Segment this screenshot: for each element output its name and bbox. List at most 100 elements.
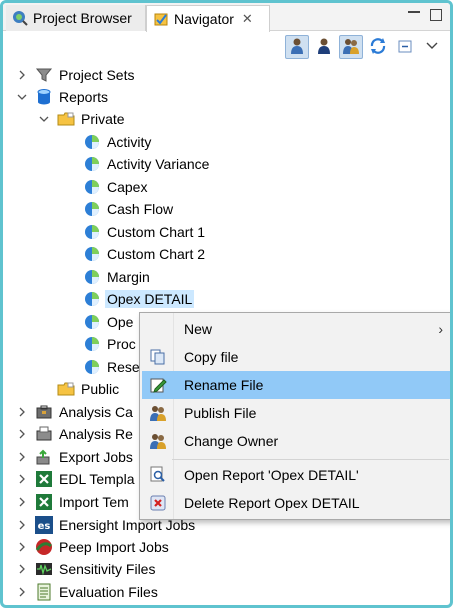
tree-item-report[interactable]: Custom Chart 1	[83, 221, 205, 243]
chevron-down-icon[interactable]	[37, 112, 51, 126]
report-icon	[83, 223, 101, 241]
navigator-icon	[153, 11, 169, 27]
tree-item-edl-templates[interactable]: EDL Templa	[15, 468, 134, 490]
tree-item-import-templates[interactable]: Import Tem	[15, 491, 129, 513]
tree-item-report[interactable]: Margin	[83, 266, 150, 288]
menu-item-delete-report[interactable]: Delete Report Opex DETAIL	[142, 489, 450, 517]
menu-label: Delete Report Opex DETAIL	[184, 495, 360, 511]
tab-project-browser[interactable]: Project Browser	[6, 5, 146, 31]
chevron-right-icon[interactable]	[15, 562, 29, 576]
tree-item-report[interactable]: Proc	[83, 333, 136, 355]
report-icon	[83, 178, 101, 196]
excel-icon	[35, 470, 53, 488]
minimize-icon[interactable]	[408, 11, 420, 23]
tree-label: Custom Chart 2	[107, 246, 206, 262]
tree-item-report[interactable]: Capex	[83, 176, 147, 198]
chevron-right-icon[interactable]	[15, 518, 29, 532]
tree-label: Reports	[59, 89, 109, 105]
tree-item-sensitivity-files[interactable]: Sensitivity Files	[15, 558, 155, 580]
chevron-right-icon[interactable]	[15, 405, 29, 419]
tree-item-project-sets[interactable]: Project Sets	[15, 64, 134, 86]
maximize-icon[interactable]	[430, 9, 442, 21]
tree-label: Margin	[107, 269, 150, 285]
report-icon	[83, 155, 101, 173]
tree-label: Proc	[107, 336, 136, 352]
document-list-icon	[35, 583, 53, 601]
chevron-down-icon[interactable]	[15, 90, 29, 104]
filter-user-button[interactable]	[285, 35, 309, 59]
tree-item-report[interactable]: Ope	[83, 311, 133, 333]
funnel-icon	[35, 66, 53, 84]
copy-file-icon	[147, 346, 169, 368]
tree-item-reports[interactable]: Reports	[15, 86, 108, 108]
folder-icon	[57, 380, 75, 398]
chevron-right-icon[interactable]	[15, 68, 29, 82]
briefcase-icon	[35, 403, 53, 421]
delete-icon	[147, 492, 169, 514]
chevron-right-icon: ›	[438, 321, 443, 337]
folder-icon	[57, 110, 75, 128]
user-icon	[315, 37, 333, 58]
chevron-right-icon[interactable]	[15, 495, 29, 509]
report-icon	[83, 358, 101, 376]
globe-search-icon	[12, 10, 28, 26]
users-icon	[147, 430, 169, 452]
tree-item-report[interactable]: Cash Flow	[83, 198, 173, 220]
svg-text:es: es	[38, 521, 51, 532]
tab-label: Navigator	[174, 11, 234, 27]
tree-item-report[interactable]: Custom Chart 2	[83, 243, 205, 265]
tree-item-evaluation-files[interactable]: Evaluation Files	[15, 581, 158, 603]
view-toolbar	[285, 33, 444, 61]
tree-item-export-jobs[interactable]: Export Jobs	[15, 446, 133, 468]
chevron-right-icon[interactable]	[15, 540, 29, 554]
tree-item-report[interactable]: Rese	[83, 356, 140, 378]
tree-item-report-selected[interactable]: Opex DETAIL	[83, 288, 195, 310]
tree-label: Analysis Ca	[59, 404, 133, 420]
tree-label: Public	[81, 381, 120, 397]
chevron-right-icon[interactable]	[15, 427, 29, 441]
menu-item-open-report[interactable]: Open Report 'Opex DETAIL'	[142, 461, 450, 489]
close-icon[interactable]: ✕	[242, 11, 253, 27]
tree-label: Activity Variance	[107, 156, 210, 172]
database-icon	[35, 88, 53, 106]
menu-label: Open Report 'Opex DETAIL'	[184, 467, 359, 483]
briefcase-results-icon	[35, 425, 53, 443]
filter-group-button[interactable]	[339, 35, 363, 59]
chevron-right-icon[interactable]	[15, 450, 29, 464]
menu-item-new[interactable]: New ›	[142, 315, 450, 343]
tree-label: Custom Chart 1	[107, 224, 206, 240]
excel-icon	[35, 493, 53, 511]
filter-owner-button[interactable]	[312, 35, 336, 59]
tree-item-analysis-results[interactable]: Analysis Re	[15, 423, 133, 445]
report-icon	[83, 268, 101, 286]
view-tab-bar: Project Browser Navigator ✕	[3, 3, 450, 32]
collapse-all-icon	[396, 37, 414, 58]
collapse-all-button[interactable]	[393, 35, 417, 59]
menu-item-rename-file[interactable]: Rename File	[142, 371, 450, 399]
menu-item-copy-file[interactable]: Copy file	[142, 343, 450, 371]
chevron-right-icon[interactable]	[15, 472, 29, 486]
tree-item-report[interactable]: Activity Variance	[83, 153, 209, 175]
tree-label: Opex DETAIL	[105, 290, 195, 308]
tree-item-private[interactable]: Private	[37, 108, 125, 130]
chevron-right-icon[interactable]	[15, 585, 29, 599]
users-icon	[147, 402, 169, 424]
menu-label: New	[184, 321, 213, 337]
menu-label: Change Owner	[184, 433, 279, 449]
refresh-icon	[369, 37, 387, 58]
tree-label: Import Tem	[59, 494, 129, 510]
tree-item-public[interactable]: Public	[57, 378, 119, 400]
tree-label: Ope	[107, 314, 134, 330]
tab-navigator[interactable]: Navigator ✕	[146, 5, 270, 32]
menu-item-publish-file[interactable]: Publish File	[142, 399, 450, 427]
tree-item-peep-import-jobs[interactable]: Peep Import Jobs	[15, 536, 169, 558]
menu-item-change-owner[interactable]: Change Owner	[142, 427, 450, 455]
tree-item-analysis-cases[interactable]: Analysis Ca	[15, 401, 133, 423]
refresh-button[interactable]	[366, 35, 390, 59]
view-menu-button[interactable]	[420, 35, 444, 59]
tree-label: Sensitivity Files	[59, 561, 156, 577]
tree-item-report[interactable]: Activity	[83, 131, 151, 153]
context-menu: New › Copy file Rename File Publish File…	[139, 312, 450, 520]
es-logo-icon: es	[35, 516, 53, 534]
menu-separator	[172, 459, 449, 460]
